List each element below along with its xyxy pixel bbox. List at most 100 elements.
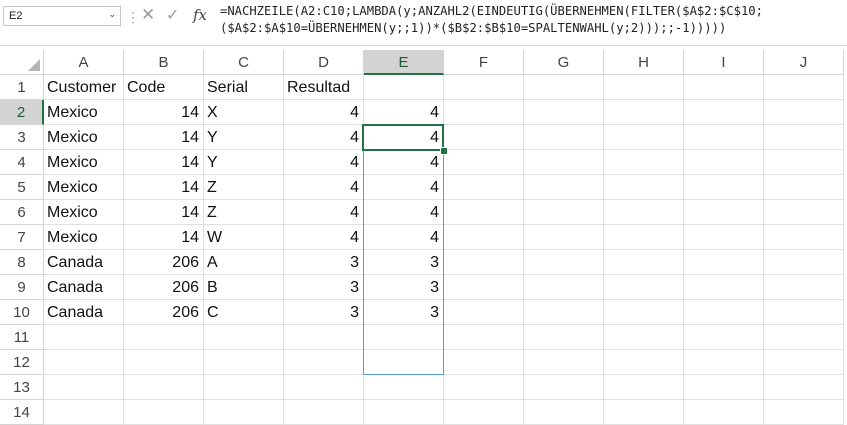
cell-b12[interactable] bbox=[124, 350, 204, 375]
chevron-down-icon[interactable]: ⌄ bbox=[108, 9, 116, 20]
cell-d9[interactable]: 3 bbox=[284, 275, 364, 300]
cell-h2[interactable] bbox=[604, 100, 684, 125]
row-header-7[interactable]: 7 bbox=[0, 225, 44, 250]
cell-h7[interactable] bbox=[604, 225, 684, 250]
cell-g8[interactable] bbox=[524, 250, 604, 275]
row-header-11[interactable]: 11 bbox=[0, 325, 44, 350]
cell-b1[interactable]: Code bbox=[124, 75, 204, 100]
column-header-c[interactable]: C bbox=[204, 50, 284, 75]
cell-e5[interactable]: 4 bbox=[364, 175, 444, 200]
cell-e14[interactable] bbox=[364, 400, 444, 425]
cell-e7[interactable]: 4 bbox=[364, 225, 444, 250]
cell-b5[interactable]: 14 bbox=[124, 175, 204, 200]
cell-g9[interactable] bbox=[524, 275, 604, 300]
row-header-5[interactable]: 5 bbox=[0, 175, 44, 200]
column-header-e[interactable]: E bbox=[364, 50, 444, 75]
cell-b10[interactable]: 206 bbox=[124, 300, 204, 325]
fill-handle[interactable] bbox=[440, 147, 448, 155]
cell-c12[interactable] bbox=[204, 350, 284, 375]
cell-c14[interactable] bbox=[204, 400, 284, 425]
cell-d1[interactable]: Resultad bbox=[284, 75, 364, 100]
cell-f12[interactable] bbox=[444, 350, 524, 375]
column-header-f[interactable]: F bbox=[444, 50, 524, 75]
cell-b3[interactable]: 14 bbox=[124, 125, 204, 150]
cell-f7[interactable] bbox=[444, 225, 524, 250]
cell-f2[interactable] bbox=[444, 100, 524, 125]
cell-f11[interactable] bbox=[444, 325, 524, 350]
cell-i1[interactable] bbox=[684, 75, 764, 100]
cell-f8[interactable] bbox=[444, 250, 524, 275]
row-header-3[interactable]: 3 bbox=[0, 125, 44, 150]
row-header-2[interactable]: 2 bbox=[0, 100, 44, 125]
drag-handle-icon[interactable]: ⋮ bbox=[126, 9, 140, 26]
row-header-9[interactable]: 9 bbox=[0, 275, 44, 300]
cell-b8[interactable]: 206 bbox=[124, 250, 204, 275]
cell-h13[interactable] bbox=[604, 375, 684, 400]
cell-g5[interactable] bbox=[524, 175, 604, 200]
cell-e13[interactable] bbox=[364, 375, 444, 400]
cell-c9[interactable]: B bbox=[204, 275, 284, 300]
cell-b2[interactable]: 14 bbox=[124, 100, 204, 125]
row-header-1[interactable]: 1 bbox=[0, 75, 44, 100]
cell-j3[interactable] bbox=[764, 125, 844, 150]
cell-i6[interactable] bbox=[684, 200, 764, 225]
cell-f6[interactable] bbox=[444, 200, 524, 225]
cell-g3[interactable] bbox=[524, 125, 604, 150]
insert-function-icon[interactable]: fx bbox=[193, 6, 207, 24]
cell-d11[interactable] bbox=[284, 325, 364, 350]
cell-e4[interactable]: 4 bbox=[364, 150, 444, 175]
row-header-12[interactable]: 12 bbox=[0, 350, 44, 375]
cell-h14[interactable] bbox=[604, 400, 684, 425]
cell-f4[interactable] bbox=[444, 150, 524, 175]
cell-b9[interactable]: 206 bbox=[124, 275, 204, 300]
cell-a7[interactable]: Mexico bbox=[44, 225, 124, 250]
cell-b11[interactable] bbox=[124, 325, 204, 350]
cell-i9[interactable] bbox=[684, 275, 764, 300]
cell-d8[interactable]: 3 bbox=[284, 250, 364, 275]
cell-i10[interactable] bbox=[684, 300, 764, 325]
cell-h4[interactable] bbox=[604, 150, 684, 175]
row-header-10[interactable]: 10 bbox=[0, 300, 44, 325]
cell-c8[interactable]: A bbox=[204, 250, 284, 275]
cell-j1[interactable] bbox=[764, 75, 844, 100]
cell-j12[interactable] bbox=[764, 350, 844, 375]
cell-e3[interactable]: 4 bbox=[364, 125, 444, 150]
cell-a13[interactable] bbox=[44, 375, 124, 400]
cell-a14[interactable] bbox=[44, 400, 124, 425]
cell-d3[interactable]: 4 bbox=[284, 125, 364, 150]
cell-g13[interactable] bbox=[524, 375, 604, 400]
cell-g11[interactable] bbox=[524, 325, 604, 350]
cell-b13[interactable] bbox=[124, 375, 204, 400]
select-all-button[interactable] bbox=[0, 50, 44, 75]
cell-j9[interactable] bbox=[764, 275, 844, 300]
cell-c1[interactable]: Serial bbox=[204, 75, 284, 100]
cell-i3[interactable] bbox=[684, 125, 764, 150]
formula-input[interactable]: =NACHZEILE(A2:C10;LAMBDA(y;ANZAHL2(EINDE… bbox=[220, 3, 845, 37]
cell-h11[interactable] bbox=[604, 325, 684, 350]
cell-b7[interactable]: 14 bbox=[124, 225, 204, 250]
cell-a3[interactable]: Mexico bbox=[44, 125, 124, 150]
cell-d10[interactable]: 3 bbox=[284, 300, 364, 325]
cell-i7[interactable] bbox=[684, 225, 764, 250]
cell-i5[interactable] bbox=[684, 175, 764, 200]
cell-c6[interactable]: Z bbox=[204, 200, 284, 225]
cell-g10[interactable] bbox=[524, 300, 604, 325]
row-header-14[interactable]: 14 bbox=[0, 400, 44, 425]
cell-d14[interactable] bbox=[284, 400, 364, 425]
cell-j11[interactable] bbox=[764, 325, 844, 350]
cell-h8[interactable] bbox=[604, 250, 684, 275]
cell-a9[interactable]: Canada bbox=[44, 275, 124, 300]
row-header-13[interactable]: 13 bbox=[0, 375, 44, 400]
cell-c11[interactable] bbox=[204, 325, 284, 350]
cell-g2[interactable] bbox=[524, 100, 604, 125]
cell-h6[interactable] bbox=[604, 200, 684, 225]
cell-g7[interactable] bbox=[524, 225, 604, 250]
cell-a12[interactable] bbox=[44, 350, 124, 375]
cell-e8[interactable]: 3 bbox=[364, 250, 444, 275]
cell-c7[interactable]: W bbox=[204, 225, 284, 250]
cell-a5[interactable]: Mexico bbox=[44, 175, 124, 200]
column-header-i[interactable]: I bbox=[684, 50, 764, 75]
cell-f9[interactable] bbox=[444, 275, 524, 300]
cell-e11[interactable] bbox=[364, 325, 444, 350]
cell-a6[interactable]: Mexico bbox=[44, 200, 124, 225]
